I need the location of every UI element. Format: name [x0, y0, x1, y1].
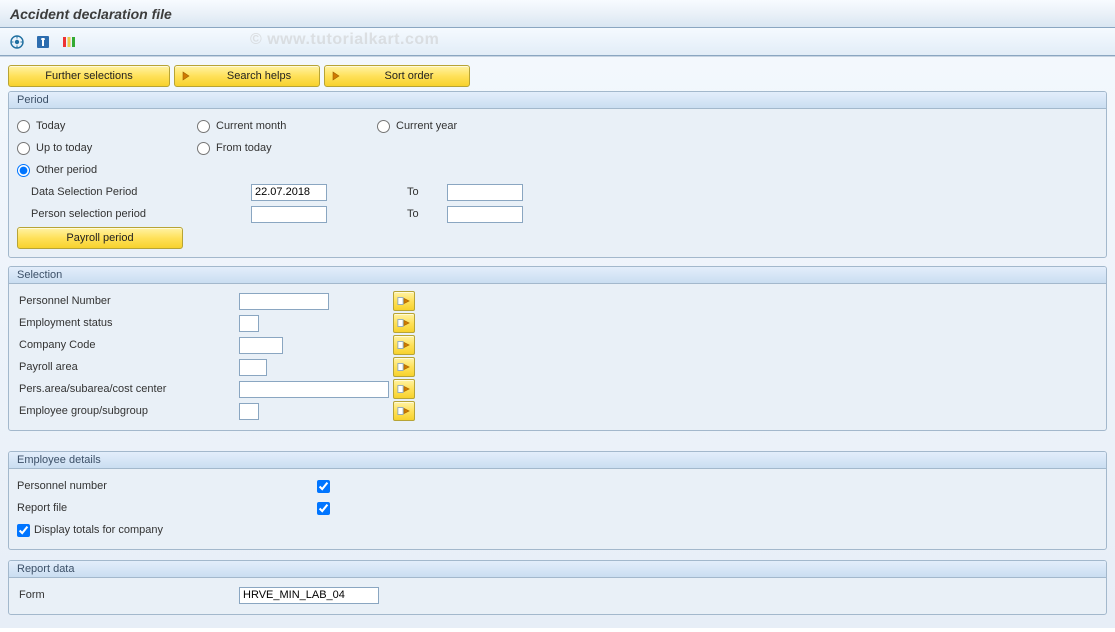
multiple-selection-button[interactable] — [393, 291, 415, 311]
radio-label: Up to today — [36, 142, 92, 154]
group-title: Employee details — [9, 452, 1106, 469]
to-label: To — [407, 186, 447, 198]
employment-status-input[interactable] — [239, 315, 259, 332]
button-label: Search helps — [199, 70, 319, 82]
group-title: Report data — [9, 561, 1106, 578]
selection-groupbox: Selection Personnel Number Employment st… — [8, 266, 1107, 431]
employee-details-groupbox: Employee details Personnel number Report… — [8, 451, 1107, 550]
execute-icon[interactable] — [6, 31, 28, 53]
person-selection-from-input[interactable] — [251, 206, 327, 223]
radio-current-year[interactable]: Current year — [377, 120, 577, 133]
data-selection-to-input[interactable] — [447, 184, 523, 201]
person-selection-to-input[interactable] — [447, 206, 523, 223]
group-title: Selection — [9, 267, 1106, 284]
radio-current-month[interactable]: Current month — [197, 120, 377, 133]
radio-up-to-today-input[interactable] — [17, 142, 30, 155]
watermark-text: © www.tutorialkart.com — [250, 31, 439, 49]
radio-today[interactable]: Today — [17, 120, 197, 133]
personnel-number-input[interactable] — [239, 293, 329, 310]
dynamic-selections-icon[interactable] — [58, 31, 80, 53]
radio-current-year-input[interactable] — [377, 120, 390, 133]
radio-from-today-input[interactable] — [197, 142, 210, 155]
form-label: Form — [17, 589, 239, 601]
employee-group-label: Employee group/subgroup — [17, 405, 239, 417]
multiple-selection-button[interactable] — [393, 313, 415, 333]
data-selection-from-input[interactable] — [251, 184, 327, 201]
radio-from-today[interactable]: From today — [197, 142, 377, 155]
radio-current-month-input[interactable] — [197, 120, 210, 133]
payroll-area-input[interactable] — [239, 359, 267, 376]
personnel-number-label: Personnel number — [17, 480, 313, 492]
company-code-input[interactable] — [239, 337, 283, 354]
pers-area-input[interactable] — [239, 381, 389, 398]
radio-label: Today — [36, 120, 65, 132]
payroll-period-button[interactable]: Payroll period — [17, 227, 183, 249]
action-button-row: Further selections Search helps Sort ord… — [8, 65, 1107, 87]
personnel-number-checkbox[interactable] — [317, 480, 330, 493]
radio-label: From today — [216, 142, 272, 154]
multiple-selection-button[interactable] — [393, 401, 415, 421]
employee-group-input[interactable] — [239, 403, 259, 420]
data-selection-period-label: Data Selection Period — [31, 186, 251, 198]
radio-other-period[interactable]: Other period — [17, 164, 197, 177]
sort-order-button[interactable]: Sort order — [324, 65, 470, 87]
search-helps-button[interactable]: Search helps — [174, 65, 320, 87]
button-label: Payroll period — [66, 232, 133, 244]
further-selections-button[interactable]: Further selections — [8, 65, 170, 87]
report-file-checkbox[interactable] — [317, 502, 330, 515]
multiple-selection-button[interactable] — [393, 335, 415, 355]
radio-other-period-input[interactable] — [17, 164, 30, 177]
window-title-text: Accident declaration file — [10, 6, 172, 22]
multiple-selection-button[interactable] — [393, 357, 415, 377]
radio-label: Other period — [36, 164, 97, 176]
form-input[interactable] — [239, 587, 379, 604]
report-data-groupbox: Report data Form — [8, 560, 1107, 615]
to-label: To — [407, 208, 447, 220]
personnel-number-label: Personnel Number — [17, 295, 239, 307]
payroll-area-label: Payroll area — [17, 361, 239, 373]
button-label: Sort order — [349, 70, 469, 82]
arrow-right-icon — [329, 69, 343, 83]
period-groupbox: Period Today Current month Current year — [8, 91, 1107, 258]
radio-label: Current year — [396, 120, 457, 132]
variant-get-icon[interactable] — [32, 31, 54, 53]
group-title: Period — [9, 92, 1106, 109]
window-title: Accident declaration file — [0, 0, 1115, 28]
display-totals-row[interactable]: Display totals for company — [17, 519, 1098, 541]
app-toolbar: © www.tutorialkart.com — [0, 28, 1115, 56]
radio-label: Current month — [216, 120, 286, 132]
arrow-right-icon — [179, 69, 193, 83]
person-selection-period-label: Person selection period — [31, 208, 251, 220]
display-totals-label: Display totals for company — [34, 524, 163, 536]
button-label: Further selections — [45, 70, 132, 82]
report-file-label: Report file — [17, 502, 313, 514]
radio-today-input[interactable] — [17, 120, 30, 133]
display-totals-checkbox[interactable] — [17, 524, 30, 537]
pers-area-label: Pers.area/subarea/cost center — [17, 383, 239, 395]
multiple-selection-button[interactable] — [393, 379, 415, 399]
employment-status-label: Employment status — [17, 317, 239, 329]
company-code-label: Company Code — [17, 339, 239, 351]
radio-up-to-today[interactable]: Up to today — [17, 142, 197, 155]
main-area: Further selections Search helps Sort ord… — [0, 56, 1115, 628]
